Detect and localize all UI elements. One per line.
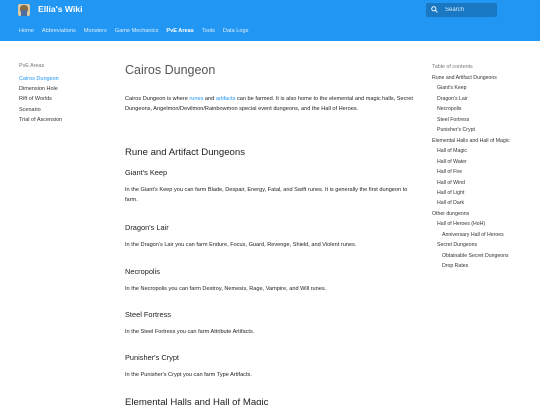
toc-item-giants-keep[interactable]: Giant's Keep bbox=[432, 83, 538, 93]
toc-item-necropolis[interactable]: Necropolis bbox=[432, 104, 538, 114]
toc-item-dragons-lair[interactable]: Dragon's Lair bbox=[432, 94, 538, 104]
heading-necropolis: Necropolis bbox=[125, 267, 160, 276]
toc-item-obtainable-secret-dungeons[interactable]: Obtainable Secret Dungeons bbox=[432, 251, 538, 261]
toc-item-hall-of-fire[interactable]: Hall of Fire bbox=[432, 167, 538, 177]
top-header: Ellia's Wiki Home Abbreviations Monsters… bbox=[0, 0, 540, 41]
top-nav-tabs: Home Abbreviations Monsters Game Mechani… bbox=[19, 27, 248, 35]
toc-title: Table of contents bbox=[432, 64, 473, 70]
toc-item-hall-of-dark[interactable]: Hall of Dark bbox=[432, 198, 538, 208]
toc-item-rune-artifact-dungeons[interactable]: Rune and Artifact Dungeons bbox=[432, 73, 538, 83]
text-necropolis: In the Necropolis you can farm Destroy, … bbox=[125, 286, 327, 292]
intro-text-2: and bbox=[203, 96, 216, 102]
toc-item-hall-of-magic[interactable]: Hall of Magic bbox=[432, 146, 538, 156]
toc-item-anniversary-hall-of-heroes[interactable]: Anniversary Hall of Heroes bbox=[432, 230, 538, 240]
toc-item-secret-dungeons[interactable]: Secret Dungeons bbox=[432, 240, 538, 250]
tab-home[interactable]: Home bbox=[19, 27, 34, 35]
section-heading-rune-artifact: Rune and Artifact Dungeons bbox=[125, 147, 246, 158]
runes-link[interactable]: runes bbox=[189, 96, 203, 102]
search-box[interactable] bbox=[426, 3, 497, 17]
table-of-contents: Table of contents Rune and Artifact Dung… bbox=[432, 61, 538, 272]
intro-paragraph: Cairos Dungeon is where runes and artifa… bbox=[125, 95, 417, 114]
text-punishers-crypt: In the Punisher's Crypt you can farm Typ… bbox=[125, 372, 252, 378]
toc-item-hall-of-light[interactable]: Hall of Light bbox=[432, 188, 538, 198]
main-content: Cairos Dungeon Cairos Dungeon is where r… bbox=[125, 61, 417, 405]
search-icon bbox=[431, 6, 438, 13]
wizard-avatar-icon[interactable] bbox=[18, 4, 30, 16]
toc-item-hall-of-heroes[interactable]: Hall of Heroes (HoH) bbox=[432, 219, 538, 229]
heading-steel-fortress: Steel Fortress bbox=[125, 310, 172, 319]
sidebar-item-dimension-hole[interactable]: Dimension Hole bbox=[19, 84, 109, 94]
tab-abbreviations[interactable]: Abbreviations bbox=[42, 27, 76, 35]
page-title: Cairos Dungeon bbox=[125, 63, 216, 77]
text-steel-fortress: In the Steel Fortress you can farm Attri… bbox=[125, 329, 255, 335]
sidebar-item-cairos-dungeon[interactable]: Cairos Dungeon bbox=[19, 74, 109, 84]
sidebar-item-rift-of-worlds[interactable]: Rift of Worlds bbox=[19, 94, 109, 104]
tab-tools[interactable]: Tools bbox=[202, 27, 215, 35]
section-heading-elemental-halls: Elemental Halls and Hall of Magic bbox=[125, 397, 269, 405]
tab-game-mechanics[interactable]: Game Mechanics bbox=[115, 27, 159, 35]
toc-item-drop-rates[interactable]: Drop Rates bbox=[432, 261, 538, 271]
tab-pve-areas[interactable]: PvE Areas bbox=[166, 27, 193, 35]
heading-dragons-lair: Dragon's Lair bbox=[125, 223, 169, 232]
left-sidebar: PvE Areas Cairos Dungeon Dimension Hole … bbox=[19, 63, 109, 125]
tab-monsters[interactable]: Monsters bbox=[84, 27, 107, 35]
toc-item-punishers-crypt[interactable]: Punisher's Crypt bbox=[432, 125, 538, 135]
text-giants-keep: In the Giant's Keep you can farm Blade, … bbox=[125, 187, 408, 203]
heading-punishers-crypt: Punisher's Crypt bbox=[125, 353, 179, 362]
site-title[interactable]: Ellia's Wiki bbox=[38, 3, 82, 15]
heading-giants-keep: Giant's Keep bbox=[125, 168, 168, 177]
tab-data-logs[interactable]: Data Logs bbox=[223, 27, 249, 35]
artifacts-link[interactable]: artifacts bbox=[216, 96, 236, 102]
toc-item-elemental-halls[interactable]: Elemental Halls and Hall of Magic bbox=[432, 136, 538, 146]
search-input[interactable] bbox=[445, 4, 495, 16]
toc-item-hall-of-wind[interactable]: Hall of Wind bbox=[432, 178, 538, 188]
sidebar-item-scenario[interactable]: Scenario bbox=[19, 105, 109, 115]
sidebar-item-trial-of-ascension[interactable]: Trial of Ascension bbox=[19, 115, 109, 125]
intro-text-1: Cairos Dungeon is where bbox=[125, 96, 190, 102]
text-dragons-lair: In the Dragon's Lair you can farm Endure… bbox=[125, 242, 357, 248]
sidebar-section-title: PvE Areas bbox=[19, 63, 45, 69]
toc-item-hall-of-water[interactable]: Hall of Water bbox=[432, 157, 538, 167]
toc-item-steel-fortress[interactable]: Steel Fortress bbox=[432, 115, 538, 125]
toc-item-other-dungeons[interactable]: Other dungeons bbox=[432, 209, 538, 219]
